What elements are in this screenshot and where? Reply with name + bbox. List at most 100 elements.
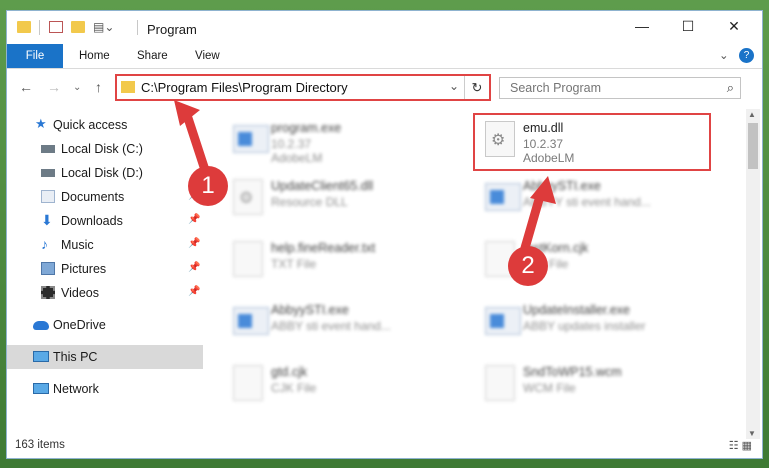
exe-file-icon — [485, 183, 521, 211]
scroll-up-icon[interactable]: ▲ — [748, 110, 756, 119]
music-icon: ♪ — [41, 236, 48, 252]
new-folder-icon[interactable] — [71, 21, 85, 33]
file-name: help.fineReader.txt — [271, 241, 376, 255]
file-name: gtd.cjk — [271, 365, 308, 379]
file-name: program.exe — [271, 121, 342, 135]
sidebar-item-local-disk-d[interactable]: Local Disk (D:) — [7, 161, 203, 185]
tab-view[interactable]: View — [195, 44, 220, 68]
sidebar-item-label: Network — [53, 382, 99, 396]
tab-share[interactable]: Share — [137, 44, 168, 68]
sidebar-item-downloads[interactable]: ⬇ Downloads 📌 — [7, 209, 203, 233]
emu-dll-highlight-box — [473, 113, 711, 171]
drive-icon — [41, 169, 55, 177]
file-description: CJK File — [271, 381, 317, 395]
file-description: ABBY sti event hand... — [271, 319, 391, 333]
file-description: Resource DLL — [271, 195, 348, 209]
text-file-icon — [233, 365, 263, 401]
scrollbar-thumb[interactable] — [748, 123, 758, 169]
exe-file-icon — [485, 307, 521, 335]
pin-icon[interactable]: 📌 — [188, 262, 200, 273]
file-name: UpdateClient65.dll — [271, 179, 374, 193]
sidebar-item-onedrive[interactable]: OneDrive — [7, 313, 203, 337]
folder-icon[interactable] — [17, 21, 31, 33]
file-item[interactable]: AbbyySTI.exe ABBYY sti event hand... — [475, 171, 715, 225]
text-file-icon — [485, 365, 515, 401]
sidebar-item-label: Local Disk (C:) — [61, 142, 143, 156]
forward-button[interactable]: → — [47, 79, 61, 95]
sidebar-item-network[interactable]: Network — [7, 377, 203, 401]
maximize-button[interactable]: ☐ — [665, 11, 711, 41]
file-item[interactable]: program.exe 10.2.37 AdobeLM — [223, 113, 463, 167]
star-icon: ★ — [35, 116, 47, 131]
network-icon — [33, 383, 49, 394]
file-company: AdobeLM — [271, 151, 323, 165]
file-item[interactable]: gtd.cjk CJK File — [223, 357, 463, 411]
status-bar: 163 items ☷ ▦ — [7, 434, 762, 458]
search-input[interactable] — [508, 80, 712, 96]
tab-file[interactable]: File — [7, 44, 63, 68]
file-item[interactable]: AbbyySTI.exe ABBY sti event hand... — [223, 295, 463, 349]
file-description: ABBYY sti event hand... — [523, 195, 651, 209]
sidebar-item-documents[interactable]: Documents 📌 — [7, 185, 203, 209]
recent-locations-icon[interactable]: ⌄ — [73, 82, 81, 93]
sidebar-item-local-disk-c[interactable]: Local Disk (C:) — [7, 137, 203, 161]
sidebar-item-this-pc[interactable]: This PC — [7, 345, 203, 369]
cloud-icon — [33, 321, 49, 330]
title-bar: ▤⌄ Program — ☐ ✕ — [7, 11, 762, 44]
file-name: AbbyySTI.exe — [523, 179, 601, 193]
drive-icon — [41, 145, 55, 153]
file-item[interactable]: help.fineReader.txt TXT File — [223, 233, 463, 287]
sidebar-item-label: Quick access — [53, 118, 128, 132]
sidebar-item-videos[interactable]: Videos 📌 — [7, 281, 203, 305]
window-title: Program — [147, 22, 197, 37]
quick-access-menu-icon[interactable]: ▤⌄ — [93, 20, 114, 34]
ribbon-expand-icon[interactable]: ⌄ — [719, 44, 729, 68]
file-item[interactable]: UpdateInstaller.exe ABBY updates install… — [475, 295, 715, 349]
file-description: ABBY updates installer — [523, 319, 646, 333]
separator — [39, 20, 40, 35]
separator — [137, 20, 138, 35]
address-bar[interactable]: C:\Program Files\Program Directory ⌄ ↻ — [115, 74, 491, 101]
view-toggle-icons[interactable]: ☷ ▦ — [729, 439, 752, 452]
sidebar-item-label: Videos — [61, 286, 99, 300]
sidebar-item-music[interactable]: ♪ Music 📌 — [7, 233, 203, 257]
help-icon[interactable]: ? — [739, 48, 754, 63]
refresh-button[interactable]: ↻ — [464, 76, 489, 99]
sidebar-item-pictures[interactable]: Pictures 📌 — [7, 257, 203, 281]
file-description: TXT File — [271, 257, 317, 271]
address-row: ← → ⌄ ↑ C:\Program Files\Program Directo… — [7, 69, 762, 109]
callout-step-2: 2 — [508, 246, 548, 286]
sidebar-item-label: Local Disk (D:) — [61, 166, 143, 180]
sidebar-item-label: Pictures — [61, 262, 107, 276]
documents-icon — [41, 190, 55, 203]
properties-icon[interactable] — [49, 21, 63, 33]
search-icon[interactable]: ⌕ — [727, 80, 734, 96]
videos-icon — [41, 286, 55, 299]
exe-file-icon — [233, 307, 269, 335]
ribbon-tabs: File Home Share View ⌄ ? — [7, 44, 762, 69]
up-button[interactable]: ↑ — [95, 79, 102, 95]
file-name: SndToWP15.wcm — [523, 365, 622, 379]
file-item[interactable]: UpdateClient65.dll Resource DLL — [223, 171, 463, 225]
minimize-button[interactable]: — — [619, 11, 665, 41]
downloads-icon: ⬇ — [41, 212, 53, 228]
item-count: 163 items — [15, 439, 65, 451]
computer-icon — [33, 351, 49, 362]
navigation-pane: ★ Quick access Local Disk (C:) Local Dis… — [7, 109, 203, 439]
text-file-icon — [233, 241, 263, 277]
sidebar-item-quick-access[interactable]: ★ Quick access — [7, 113, 203, 137]
pin-icon[interactable]: 📌 — [188, 238, 200, 249]
pictures-icon — [41, 262, 55, 275]
back-button[interactable]: ← — [19, 79, 33, 95]
close-button[interactable]: ✕ — [711, 11, 757, 41]
tab-home[interactable]: Home — [79, 44, 110, 68]
pin-icon[interactable]: 📌 — [188, 214, 200, 225]
file-item[interactable]: SndToWP15.wcm WCM File — [475, 357, 715, 411]
exe-file-icon — [233, 125, 269, 153]
address-dropdown-icon[interactable]: ⌄ — [449, 79, 459, 93]
vertical-scrollbar[interactable]: ▲ ▼ — [746, 109, 760, 439]
search-box[interactable]: ⌕ — [499, 77, 741, 99]
sidebar-item-label: OneDrive — [53, 318, 106, 332]
pin-icon[interactable]: 📌 — [188, 286, 200, 297]
address-path: C:\Program Files\Program Directory — [141, 80, 348, 95]
